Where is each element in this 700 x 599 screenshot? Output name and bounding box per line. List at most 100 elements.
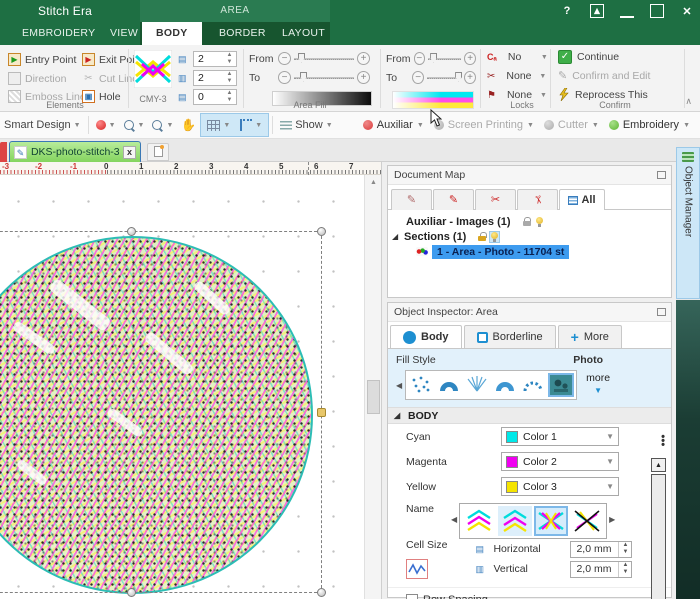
fill-style-arch-solid[interactable]	[436, 373, 462, 397]
canvas-vertical-scrollbar[interactable]: ▲	[364, 175, 381, 599]
yellow-color-dropdown[interactable]: Color 3▼	[501, 477, 619, 496]
selection-handle-right-mid[interactable]	[317, 408, 326, 417]
cut-line-button[interactable]: ✂Cut Line	[82, 70, 138, 87]
selection-handle-bottom-mid[interactable]	[127, 588, 136, 597]
mode-embroidery[interactable]: Embroidery▼	[609, 119, 690, 131]
section-collapse-icon[interactable]: ◢	[394, 411, 402, 420]
smart-design-button[interactable]: Smart Design▼	[0, 114, 85, 136]
lock-icon[interactable]	[523, 217, 531, 226]
fill-style-rays[interactable]	[464, 373, 490, 397]
gradient-from-thumb[interactable]	[430, 53, 437, 63]
direction-button[interactable]: Direction	[8, 70, 66, 87]
bulb-icon[interactable]	[490, 232, 499, 242]
areafill-from-minus[interactable]: −	[278, 52, 291, 65]
ribbon-options-icon[interactable]: ▴	[590, 4, 604, 18]
selection-handle-top-right[interactable]	[317, 227, 326, 236]
cyan-color-dropdown[interactable]: Color 1▼	[501, 427, 619, 446]
vertical-value-spinner[interactable]: 2,0 mm▲▼	[570, 561, 632, 578]
lock-row-2[interactable]: ✂None▼	[487, 70, 546, 82]
cmy-gradient-bar[interactable]	[392, 91, 474, 109]
spinner-3[interactable]: 0▲▼	[193, 89, 237, 105]
close-button[interactable]: ✕	[680, 4, 694, 18]
zoom-document-tool[interactable]: ▼	[120, 114, 149, 136]
selection-handle-top-mid[interactable]	[127, 227, 136, 236]
ruler-toggle[interactable]: ▼	[236, 114, 266, 136]
scrollbar-thumb[interactable]	[367, 380, 380, 414]
areafill-to-track[interactable]	[294, 77, 354, 79]
panel-menu-icon[interactable]: •••	[661, 435, 665, 447]
lock-1-dropdown-icon[interactable]: ▼	[541, 54, 548, 61]
stitch-canvas[interactable]	[0, 175, 360, 599]
context-tab-area[interactable]: AREA	[140, 0, 330, 22]
inspector-tab-more[interactable]: +More	[558, 325, 622, 348]
inspector-scrollbar[interactable]: ▲	[651, 458, 668, 597]
maximize-button[interactable]	[650, 4, 664, 18]
spinner-3-arrows[interactable]: ▲▼	[224, 90, 235, 104]
bulb-icon[interactable]	[535, 217, 544, 227]
pattern-chevron-1[interactable]	[462, 506, 496, 536]
object-manager-tab[interactable]: Object Manager	[676, 147, 700, 299]
scroll-up-icon[interactable]: ▲	[651, 458, 666, 472]
partial-tab[interactable]	[0, 142, 7, 162]
row-spacing-checkbox[interactable]	[406, 594, 418, 599]
dm-tab-pencil-red[interactable]: ✎	[433, 189, 474, 210]
spinner-arrows[interactable]: ▲▼	[618, 542, 631, 557]
continue-button[interactable]: ✓Continue	[558, 50, 619, 64]
collapse-ribbon-icon[interactable]: ∧	[685, 96, 692, 107]
pattern-cross-black[interactable]	[570, 506, 604, 536]
fill-style-stipple[interactable]	[408, 373, 434, 397]
redo-point-tool[interactable]: ▼	[92, 114, 120, 136]
areafill-to-thumb[interactable]	[300, 72, 307, 82]
lock-row-1[interactable]: CₐNo▼	[487, 51, 548, 63]
areafill-from-thumb[interactable]	[298, 53, 305, 63]
inspector-tab-borderline[interactable]: Borderline	[464, 325, 556, 348]
gradient-to-track[interactable]	[427, 77, 461, 79]
horizontal-value-spinner[interactable]: 2,0 mm▲▼	[570, 541, 632, 558]
spinner-2[interactable]: 2▲▼	[193, 70, 237, 86]
body-section-header[interactable]: ◢BODY	[388, 407, 671, 424]
gradient-to-plus[interactable]: +	[464, 71, 476, 84]
dm-tab-scissors-2[interactable]: ✂	[517, 189, 558, 210]
pattern-scroll-left-icon[interactable]: ◀	[451, 515, 457, 524]
areafill-from-track[interactable]	[294, 58, 354, 60]
gradient-from-minus[interactable]: −	[414, 52, 426, 65]
scrollbar-track[interactable]	[651, 474, 666, 597]
fill-style-more-button[interactable]: more▼	[586, 373, 610, 396]
pattern-scroll-right-icon[interactable]: ▶	[609, 515, 615, 524]
panel-float-icon[interactable]	[657, 171, 666, 179]
tab-body[interactable]: BODY	[142, 22, 202, 45]
selected-tree-item[interactable]: 1 - Area - Photo - 11704 st	[432, 245, 569, 259]
tree-item-sections[interactable]: ◢ Sections (1)	[392, 229, 671, 244]
magenta-color-dropdown[interactable]: Color 2▼	[501, 452, 619, 471]
help-button[interactable]: ?	[560, 4, 574, 18]
panel-float-icon[interactable]	[657, 308, 666, 316]
lock-3-dropdown-icon[interactable]: ▼	[540, 92, 547, 99]
spinner-2-arrows[interactable]: ▲▼	[224, 71, 235, 85]
spinner-1[interactable]: 2▲▼	[193, 51, 237, 67]
pattern-cross-selected[interactable]	[534, 506, 568, 536]
fill-style-dotted-arch[interactable]	[520, 373, 546, 397]
mode-screen-printing[interactable]: Screen Printing▼	[434, 119, 534, 131]
tab-layout[interactable]: LAYOUT	[268, 22, 339, 45]
lock-2-dropdown-icon[interactable]: ▼	[539, 73, 546, 80]
entry-point-button[interactable]: ▶Entry Point	[8, 51, 76, 68]
scrollbar-thumb[interactable]	[651, 474, 666, 599]
pan-tool[interactable]: ✋	[177, 114, 200, 136]
lock-icon[interactable]	[478, 232, 486, 241]
selection-rectangle[interactable]	[0, 231, 322, 593]
zoom-selection-tool[interactable]: ▼	[148, 114, 177, 136]
areafill-to-minus[interactable]: −	[278, 71, 291, 84]
scroll-up-icon[interactable]: ▲	[365, 175, 381, 190]
tree-item-auxiliar-images[interactable]: Auxiliar - Images (1)	[392, 214, 671, 229]
gradient-to-thumb[interactable]	[455, 72, 462, 82]
fill-style-arch-2[interactable]	[492, 373, 518, 397]
grid-toggle[interactable]: ▼	[203, 114, 234, 136]
dm-tab-scissors[interactable]: ✂	[475, 189, 516, 210]
scroll-left-icon[interactable]: ◀	[396, 381, 402, 390]
inspector-tab-body[interactable]: Body	[390, 325, 462, 348]
show-menu[interactable]: Show▼	[276, 114, 336, 136]
areafill-from-plus[interactable]: +	[357, 52, 370, 65]
selection-handle-bottom-right[interactable]	[317, 588, 326, 597]
areafill-to-plus[interactable]: +	[357, 71, 370, 84]
spinner-1-arrows[interactable]: ▲▼	[224, 52, 235, 66]
